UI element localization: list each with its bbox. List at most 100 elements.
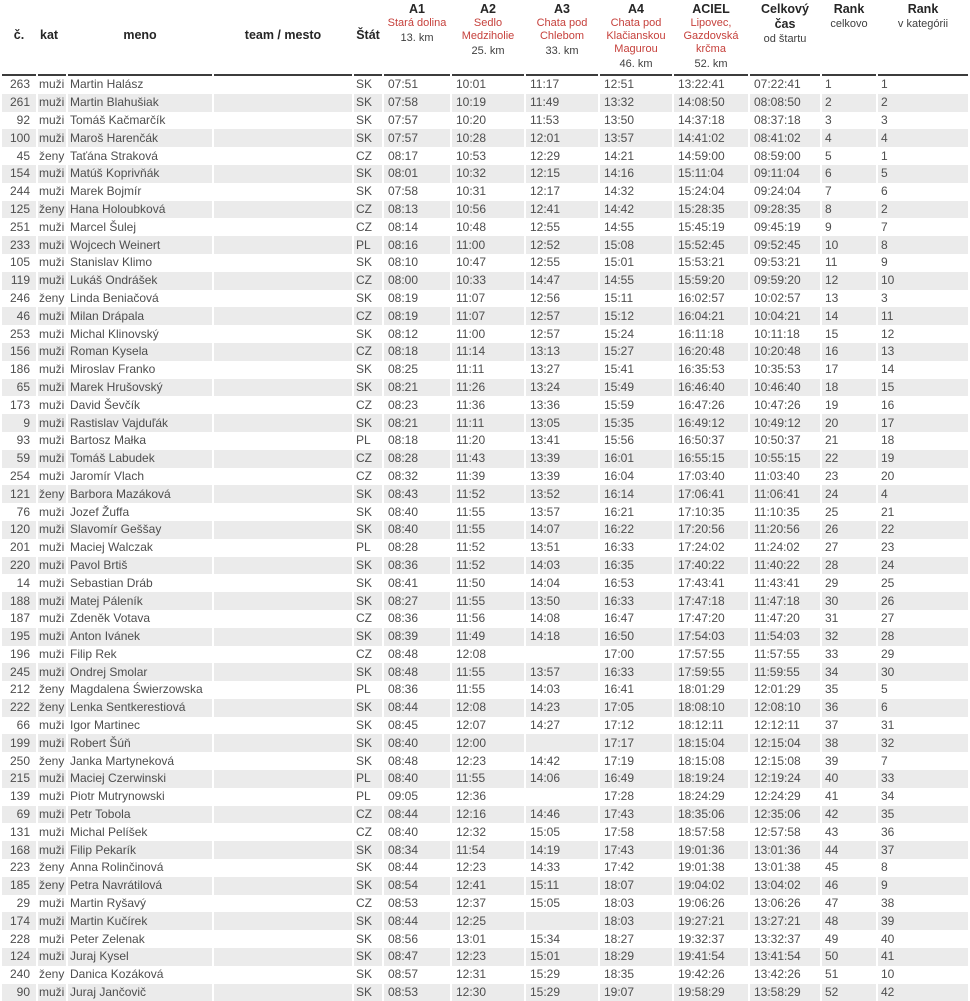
table-row[interactable]: 215mužiMaciej CzerwinskiPL08:4011:5514:0… xyxy=(2,770,968,788)
col-header-rank-overall[interactable]: Rank celkovo xyxy=(822,0,876,76)
table-row[interactable]: 263mužiMartin HalászSK07:5110:0111:1712:… xyxy=(2,76,968,94)
table-row[interactable]: 119mužiLukáš OndrášekCZ08:0010:3314:4714… xyxy=(2,272,968,290)
col-header-a4[interactable]: A4 Chata pod Klačianskou Magurou 46. km xyxy=(600,0,672,76)
table-row[interactable]: 246ženyLinda BeniačováSK08:1911:0712:561… xyxy=(2,290,968,308)
cell-team xyxy=(214,823,352,841)
table-row[interactable]: 14mužiSebastian DrábSK08:4111:5014:0416:… xyxy=(2,574,968,592)
table-row[interactable]: 201mužiMaciej WalczakPL08:2811:5213:5116… xyxy=(2,539,968,557)
table-row[interactable]: 188mužiMatej PáleníkSK08:2711:5513:5016:… xyxy=(2,592,968,610)
table-row[interactable]: 186mužiMiroslav FrankoSK08:2511:1113:271… xyxy=(2,361,968,379)
cell-bib: 121 xyxy=(2,485,36,503)
cell-team xyxy=(214,485,352,503)
cell-kat: muži xyxy=(38,521,66,539)
table-row[interactable]: 46mužiMilan DrápalaCZ08:1911:0712:5715:1… xyxy=(2,307,968,325)
table-row[interactable]: 154mužiMatúš KoprivňákSK08:0110:3212:151… xyxy=(2,165,968,183)
table-row[interactable]: 173mužiDavid ŠevčíkCZ08:2311:3613:3615:5… xyxy=(2,396,968,414)
cell-a2: 12:07 xyxy=(452,717,524,735)
table-row[interactable]: 121ženyBarbora MazákováSK08:4311:5213:52… xyxy=(2,485,968,503)
table-row[interactable]: 185ženyPetra NavrátilováSK08:5412:4115:1… xyxy=(2,877,968,895)
cell-total: 11:24:02 xyxy=(750,539,820,557)
table-row[interactable]: 131mužiMichal PelíšekCZ08:4012:3215:0517… xyxy=(2,823,968,841)
col-header-team[interactable]: team / mesto xyxy=(214,0,352,76)
cell-a3: 14:03 xyxy=(526,681,598,699)
cell-rank-overall: 23 xyxy=(822,468,876,486)
cell-aciel: 15:53:21 xyxy=(674,254,748,272)
table-row[interactable]: 139mužiPiotr MutrynowskiPL09:0512:3617:2… xyxy=(2,788,968,806)
cell-aciel: 18:19:24 xyxy=(674,770,748,788)
table-row[interactable]: 254mužiJaromír VlachCZ08:3211:3913:3916:… xyxy=(2,468,968,486)
table-row[interactable]: 261mužiMartin BlahušiakSK07:5810:1911:49… xyxy=(2,94,968,112)
table-row[interactable]: 220mužiPavol BrtišSK08:3611:5214:0316:35… xyxy=(2,557,968,575)
col-header-rank-category[interactable]: Rank v kategórii xyxy=(878,0,968,76)
col-header-bib[interactable]: č. xyxy=(2,0,36,76)
table-row[interactable]: 196mužiFilip RekCZ08:4812:0817:0017:57:5… xyxy=(2,646,968,664)
table-row[interactable]: 9mužiRastislav VajduľákSK08:2111:1113:05… xyxy=(2,414,968,432)
table-row[interactable]: 250ženyJanka MartynekováSK08:4812:2314:4… xyxy=(2,752,968,770)
table-row[interactable]: 100mužiMaroš HarenčákSK07:5710:2812:0113… xyxy=(2,129,968,147)
table-row[interactable]: 199mužiRobert ŠúňSK08:4012:0017:1718:15:… xyxy=(2,734,968,752)
col-header-a2[interactable]: A2 Sedlo Medziholie 25. km xyxy=(452,0,524,76)
rank-overall-sub: celkovo xyxy=(822,17,876,31)
cell-bib: 185 xyxy=(2,877,36,895)
cell-a3: 14:47 xyxy=(526,272,598,290)
table-row[interactable]: 105mužiStanislav KlimoSK08:1010:4712:551… xyxy=(2,254,968,272)
cell-a1: 08:48 xyxy=(384,663,450,681)
table-row[interactable]: 124mužiJuraj KyselSK08:4712:2315:0118:29… xyxy=(2,948,968,966)
cell-aciel: 17:10:35 xyxy=(674,503,748,521)
cell-a3: 15:29 xyxy=(526,984,598,1001)
col-header-kat[interactable]: kat xyxy=(38,0,66,76)
cell-team xyxy=(214,646,352,664)
cell-a2: 10:20 xyxy=(452,112,524,130)
cell-a2: 11:26 xyxy=(452,379,524,397)
table-row[interactable]: 45ženyTaťána StrakováCZ08:1710:5312:2914… xyxy=(2,147,968,165)
cell-rank-overall: 32 xyxy=(822,628,876,646)
table-row[interactable]: 29mužiMartin RyšavýCZ08:5312:3715:0518:0… xyxy=(2,895,968,913)
table-row[interactable]: 251mužiMarcel ŠulejCZ08:1410:4812:5514:5… xyxy=(2,218,968,236)
cell-rank-overall: 24 xyxy=(822,485,876,503)
cell-rank-category: 14 xyxy=(878,361,968,379)
table-row[interactable]: 66mužiIgor MartinecSK08:4512:0714:2717:1… xyxy=(2,717,968,735)
table-row[interactable]: 69mužiPetr TobolaCZ08:4412:1614:4617:431… xyxy=(2,806,968,824)
table-row[interactable]: 244mužiMarek BojmírSK07:5810:3112:1714:3… xyxy=(2,183,968,201)
cell-name: Peter Zelenak xyxy=(68,930,212,948)
cell-a2: 11:43 xyxy=(452,450,524,468)
cell-stat: CZ xyxy=(354,823,382,841)
table-row[interactable]: 240ženyDanica KozákováSK08:5712:3115:291… xyxy=(2,966,968,984)
col-header-stat[interactable]: Štát xyxy=(354,0,382,76)
cell-stat: PL xyxy=(354,539,382,557)
table-row[interactable]: 212ženyMagdalena ŚwierzowskaPL08:3611:55… xyxy=(2,681,968,699)
table-row[interactable]: 76mužiJozef ŽuffaSK08:4011:5513:5716:211… xyxy=(2,503,968,521)
table-row[interactable]: 245mužiOndrej SmolarSK08:4811:5513:5716:… xyxy=(2,663,968,681)
col-header-meno[interactable]: meno xyxy=(68,0,212,76)
table-row[interactable]: 168mužiFilip PekaríkSK08:3411:5414:1917:… xyxy=(2,841,968,859)
table-row[interactable]: 125ženyHana HoloubkováCZ08:1310:5612:411… xyxy=(2,201,968,219)
table-row[interactable]: 65mužiMarek HrušovskýSK08:2111:2613:2415… xyxy=(2,379,968,397)
table-row[interactable]: 223ženyAnna RolinčinováSK08:4412:2314:33… xyxy=(2,859,968,877)
table-row[interactable]: 195mužiAnton IvánekSK08:3911:4914:1816:5… xyxy=(2,628,968,646)
cell-a3: 14:19 xyxy=(526,841,598,859)
table-row[interactable]: 228mužiPeter ZelenakSK08:5613:0115:3418:… xyxy=(2,930,968,948)
table-row[interactable]: 187mužiZdeněk VotavaCZ08:3611:5614:0816:… xyxy=(2,610,968,628)
cell-a4: 14:32 xyxy=(600,183,672,201)
col-header-a3[interactable]: A3 Chata pod Chlebom 33. km xyxy=(526,0,598,76)
cell-a3: 12:56 xyxy=(526,290,598,308)
table-row[interactable]: 120mužiSlavomír GeššaySK08:4011:5514:071… xyxy=(2,521,968,539)
cell-team xyxy=(214,557,352,575)
table-row[interactable]: 90mužiJuraj JančovičSK08:5312:3015:2919:… xyxy=(2,984,968,1001)
cell-a2: 11:56 xyxy=(452,610,524,628)
cell-a1: 07:51 xyxy=(384,76,450,94)
table-row[interactable]: 174mužiMartin KučírekSK08:4412:2518:0319… xyxy=(2,912,968,930)
cell-team xyxy=(214,752,352,770)
table-row[interactable]: 59mužiTomáš LabudekCZ08:2811:4313:3916:0… xyxy=(2,450,968,468)
table-row[interactable]: 233mužiWojcech WeinertPL08:1611:0012:521… xyxy=(2,236,968,254)
table-row[interactable]: 253mužiMichal KlinovskýSK08:1211:0012:57… xyxy=(2,325,968,343)
col-header-a1[interactable]: A1 Stará dolina 13. km xyxy=(384,0,450,76)
col-header-aciel[interactable]: ACIEL Lipovec, Gazdovská krčma 52. km xyxy=(674,0,748,76)
cell-aciel: 14:08:50 xyxy=(674,94,748,112)
table-row[interactable]: 222ženyLenka SentkerestiováSK08:4412:081… xyxy=(2,699,968,717)
table-row[interactable]: 156mužiRoman KyselaCZ08:1811:1413:1315:2… xyxy=(2,343,968,361)
col-header-total-time[interactable]: Celkový čas od štartu xyxy=(750,0,820,76)
cell-a2: 12:37 xyxy=(452,895,524,913)
table-row[interactable]: 93mužiBartosz MałkaPL08:1811:2013:4115:5… xyxy=(2,432,968,450)
table-row[interactable]: 92mužiTomáš KačmarčíkSK07:5710:2011:5313… xyxy=(2,112,968,130)
